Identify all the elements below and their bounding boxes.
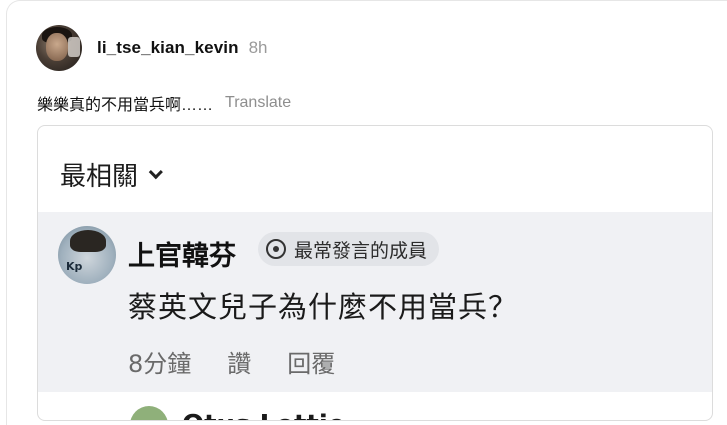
like-label: 讚: [227, 350, 252, 378]
comment-avatar: Kp: [58, 226, 116, 284]
reply-label: 回覆: [287, 350, 336, 378]
sort-label: 最相關: [60, 162, 139, 192]
username[interactable]: li_tse_kian_kevin: [97, 38, 239, 58]
chevron-down-icon: [148, 164, 163, 179]
post-header: li_tse_kian_kevin 8h: [36, 25, 268, 71]
translate-link[interactable]: Translate: [225, 94, 291, 112]
caption-text: 樂樂真的不用當兵啊……: [37, 97, 214, 114]
badge-icon: [266, 239, 286, 259]
comment-time: 8分鐘: [128, 350, 192, 378]
post-time: 8h: [248, 38, 268, 57]
sort-dropdown: 最相關: [60, 156, 163, 193]
badge-label: 最常發言的成員: [294, 239, 428, 262]
next-comment: Otus Lottie: [130, 406, 345, 420]
avatar-text: Kp: [66, 260, 83, 273]
next-comment-author: Otus Lottie: [182, 410, 345, 420]
next-comment-avatar: [130, 406, 168, 420]
comment-text: 蔡英文兒子為什麼不用當兵？: [128, 290, 519, 324]
comment-author: 上官韓芬: [128, 241, 236, 272]
post-caption: 樂樂真的不用當兵啊…… Translate: [37, 91, 291, 115]
embedded-screenshot: 最相關 Kp 上官韓芬 最常發言的成員 蔡英文兒子為什麼不用當兵？ 8分鐘 讚 …: [37, 125, 713, 421]
post-card: li_tse_kian_kevin 8h 樂樂真的不用當兵啊…… Transla…: [6, 0, 727, 425]
top-contributor-badge: 最常發言的成員: [258, 232, 440, 266]
comment-actions: 8分鐘 讚 回覆: [128, 344, 371, 379]
avatar[interactable]: [36, 25, 82, 71]
